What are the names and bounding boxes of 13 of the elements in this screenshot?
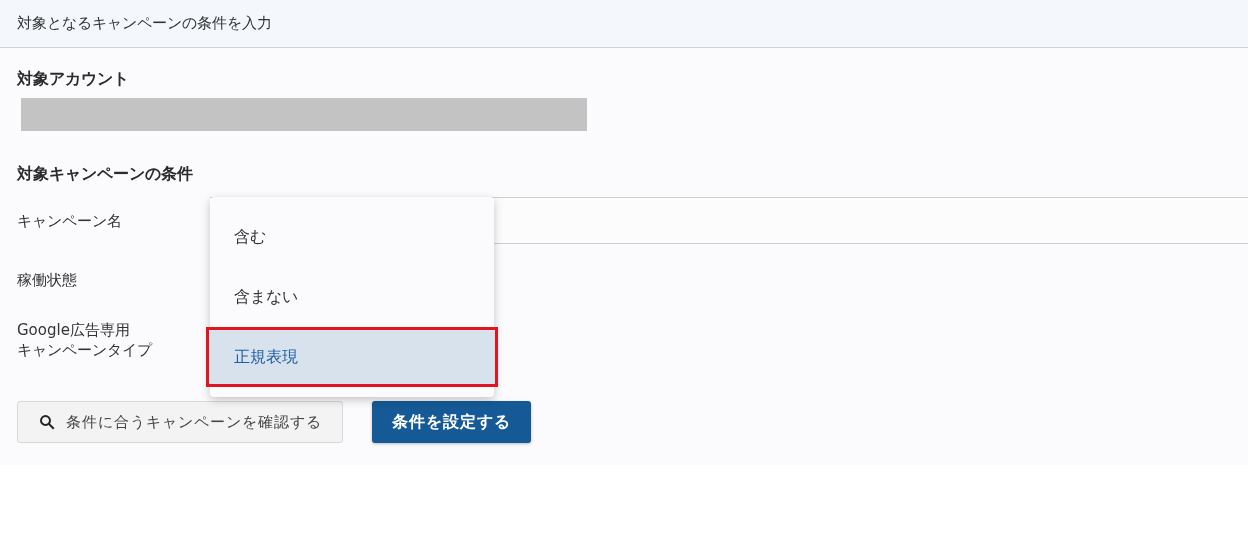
section-heading: 対象キャンペーンの条件	[16, 163, 194, 185]
account-label: 対象アカウント	[16, 68, 130, 90]
field-label: Google広告専用	[16, 320, 130, 340]
menu-option[interactable]: 含まない	[206, 267, 498, 327]
set-conditions-button[interactable]: 条件を設定する	[372, 401, 531, 443]
search-icon	[38, 413, 56, 431]
field-label: キャンペーン名	[16, 210, 122, 231]
menu-option[interactable]: 正規表現	[206, 327, 498, 387]
field-label: キャンペーンタイプ	[16, 340, 152, 360]
field-label: 稼働状態	[16, 270, 77, 290]
check-campaigns-button[interactable]: 条件に合うキャンペーンを確認する	[17, 401, 343, 443]
panel-title: 対象となるキャンペーンの条件を入力	[17, 14, 272, 33]
menu-option[interactable]: 含む	[206, 207, 498, 267]
